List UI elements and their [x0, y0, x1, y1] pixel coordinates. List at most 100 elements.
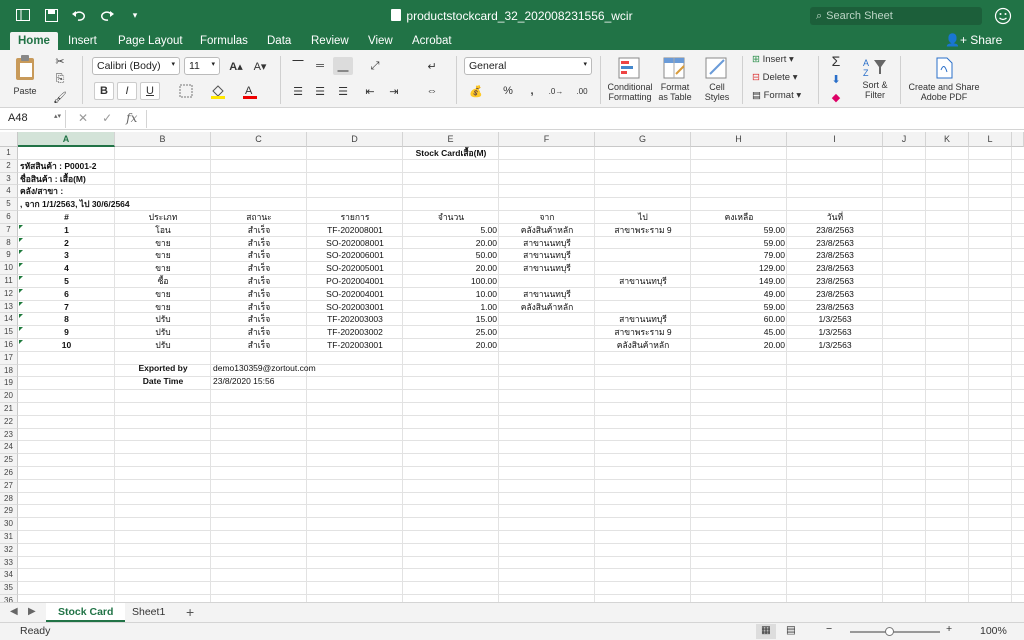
row-header[interactable]: 16	[0, 339, 18, 352]
cell-from[interactable]	[499, 326, 595, 339]
decrease-indent-icon[interactable]: ⇤	[360, 82, 380, 100]
header-to[interactable]: ไป	[595, 211, 691, 224]
cell-status[interactable]: สำเร็จ	[211, 301, 307, 314]
currency-icon[interactable]: 💰	[466, 82, 486, 100]
cell-date[interactable]: 23/8/2563	[787, 301, 883, 314]
cell-quantity[interactable]: 20.00	[403, 339, 499, 352]
cell-type[interactable]: ซื้อ	[115, 275, 211, 288]
cell-remaining[interactable]: 79.00	[691, 249, 787, 262]
name-box[interactable]: A48 ▴▾	[4, 110, 66, 128]
row-header[interactable]: 30	[0, 518, 18, 531]
column-header-g[interactable]: G	[595, 132, 691, 147]
row-header[interactable]: 29	[0, 505, 18, 519]
cell-item[interactable]: SO-202003001	[307, 301, 403, 314]
cell-remaining[interactable]: 20.00	[691, 339, 787, 352]
cell-styles-button[interactable]: Cell Styles	[700, 56, 734, 102]
cell-quantity[interactable]: 20.00	[403, 262, 499, 275]
sheet-tab-stock-card[interactable]: Stock Card	[46, 603, 126, 622]
italic-button[interactable]: I	[117, 82, 137, 100]
borders-icon[interactable]	[176, 82, 196, 100]
row-header[interactable]: 34	[0, 569, 18, 583]
column-header-m[interactable]	[1012, 132, 1024, 147]
autosum-icon[interactable]: Σ	[826, 52, 846, 70]
row-header[interactable]: 1	[0, 147, 18, 160]
normal-view-icon[interactable]: ▦	[756, 624, 776, 639]
format-as-table-button[interactable]: Format as Table	[656, 56, 694, 102]
align-bottom-icon[interactable]: ⎽	[333, 57, 353, 75]
cell-remaining[interactable]: 60.00	[691, 313, 787, 326]
tab-data[interactable]: Data	[259, 32, 299, 50]
decrease-decimal-icon[interactable]: .00	[572, 82, 592, 100]
align-middle-icon[interactable]: ═	[310, 57, 330, 75]
column-header-a[interactable]: A	[18, 132, 115, 147]
underline-button[interactable]: U	[140, 82, 160, 100]
font-color-icon[interactable]: A	[240, 82, 260, 100]
row-header[interactable]: 11	[0, 275, 18, 288]
cell-number[interactable]: 6	[18, 288, 115, 301]
row-header[interactable]: 9	[0, 249, 18, 263]
cell-quantity[interactable]: 10.00	[403, 288, 499, 301]
cell-status[interactable]: สำเร็จ	[211, 313, 307, 326]
cell-date[interactable]: 1/3/2563	[787, 339, 883, 352]
cell-from[interactable]: คลังสินค้าหลัก	[499, 301, 595, 314]
cell-item[interactable]: TF-202003003	[307, 313, 403, 326]
cell-quantity[interactable]: 50.00	[403, 249, 499, 262]
formula-input[interactable]	[146, 110, 1016, 128]
cell-item[interactable]: SO-202005001	[307, 262, 403, 275]
tab-acrobat[interactable]: Acrobat	[404, 32, 460, 50]
cell-from[interactable]: สาขานนทบุรี	[499, 262, 595, 275]
row-header[interactable]: 23	[0, 428, 18, 442]
cell-quantity[interactable]: 25.00	[403, 326, 499, 339]
cell-from[interactable]: สาขานนทบุรี	[499, 249, 595, 262]
cell-number[interactable]: 9	[18, 326, 115, 339]
cell-date[interactable]: 23/8/2563	[787, 237, 883, 250]
cell-to[interactable]	[595, 249, 691, 262]
row-header[interactable]: 2	[0, 159, 18, 173]
header-quantity[interactable]: จำนวน	[403, 211, 499, 224]
prev-sheet-icon[interactable]: ◀	[10, 606, 18, 617]
cell-date[interactable]: 23/8/2563	[787, 262, 883, 275]
clear-icon[interactable]: ◆	[826, 88, 846, 106]
enter-icon[interactable]: ✓	[102, 111, 112, 125]
sort-filter-button[interactable]: AZ Sort & Filter	[854, 56, 896, 100]
fill-color-icon[interactable]	[208, 82, 228, 100]
sheet-title[interactable]: Stock Cardเสื้อ(M)	[403, 147, 499, 160]
row-header[interactable]: 25	[0, 454, 18, 467]
cell-item[interactable]: TF-202008001	[307, 224, 403, 237]
header-from[interactable]: จาก	[499, 211, 595, 224]
exported-by-value[interactable]: demo130359@zortout.com	[211, 362, 318, 375]
cell-date[interactable]: 1/3/2563	[787, 313, 883, 326]
row-header[interactable]: 13	[0, 300, 18, 314]
cell-from[interactable]	[499, 275, 595, 288]
cell-status[interactable]: สำเร็จ	[211, 262, 307, 275]
cell-number[interactable]: 8	[18, 313, 115, 326]
zoom-in-icon[interactable]: +	[946, 623, 952, 635]
cell-number[interactable]: 5	[18, 275, 115, 288]
redo-icon[interactable]	[98, 6, 116, 24]
cell-to[interactable]	[595, 262, 691, 275]
row-header[interactable]: 6	[0, 211, 18, 224]
cell-type[interactable]: ขาย	[115, 262, 211, 275]
bold-button[interactable]: B	[94, 82, 114, 100]
increase-font-icon[interactable]: A▴	[226, 57, 246, 75]
cell-number[interactable]: 3	[18, 249, 115, 262]
row-header[interactable]: 22	[0, 415, 18, 429]
page-layout-view-icon[interactable]: ▤	[786, 624, 796, 636]
cell-status[interactable]: สำเร็จ	[211, 237, 307, 250]
exported-by-label[interactable]: Exported by	[115, 362, 211, 375]
zoom-slider[interactable]	[850, 631, 940, 633]
cell-remaining[interactable]: 129.00	[691, 262, 787, 275]
format-cells-button[interactable]: ▤ Format ▾	[752, 90, 801, 101]
row-header[interactable]: 17	[0, 351, 18, 365]
row-header[interactable]: 4	[0, 185, 18, 199]
cell-to[interactable]: สาขานนทบุรี	[595, 275, 691, 288]
row-header[interactable]: 28	[0, 492, 18, 506]
warehouse-branch[interactable]: คลัง/สาขา :	[18, 185, 65, 198]
cell-quantity[interactable]: 1.00	[403, 301, 499, 314]
cell-date[interactable]: 1/3/2563	[787, 326, 883, 339]
header-date[interactable]: วันที่	[787, 211, 883, 224]
row-header[interactable]: 14	[0, 313, 18, 327]
cell-remaining[interactable]: 59.00	[691, 224, 787, 237]
column-header-l[interactable]: L	[969, 132, 1012, 147]
customize-toolbar-icon[interactable]: ▾	[126, 6, 144, 24]
